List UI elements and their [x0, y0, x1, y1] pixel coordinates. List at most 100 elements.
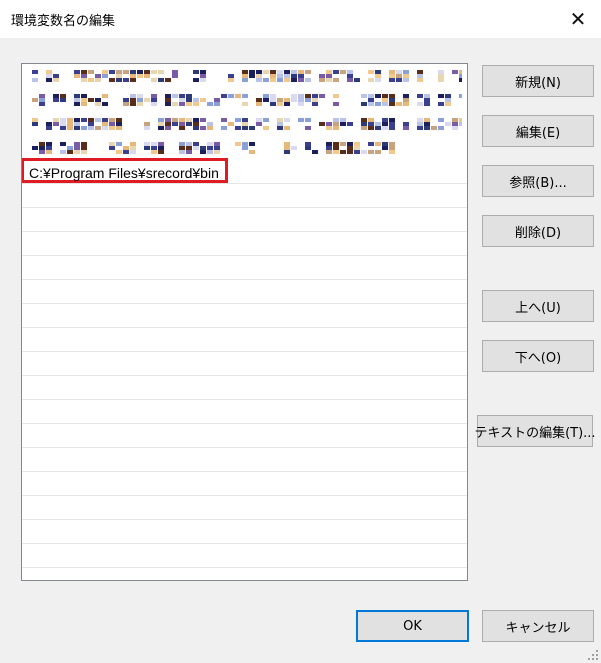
cancel-button[interactable]: キャンセル	[482, 610, 594, 642]
mosaic-block	[207, 142, 213, 146]
mosaic-block	[165, 118, 171, 122]
mosaic-block	[403, 98, 409, 102]
mosaic-block	[95, 78, 101, 82]
mosaic-block	[438, 94, 444, 98]
mosaic-block	[277, 122, 283, 126]
mosaic-block	[298, 98, 304, 102]
mosaic-block	[109, 118, 115, 122]
empty-list-row	[22, 400, 467, 424]
mosaic-block	[130, 146, 136, 150]
mosaic-block	[354, 146, 360, 150]
mosaic-block	[256, 98, 262, 102]
mosaic-block	[438, 102, 444, 106]
mosaic-block	[214, 146, 220, 150]
mosaic-block	[67, 122, 73, 126]
move-up-button[interactable]: 上へ(U)	[482, 290, 594, 322]
mosaic-block	[193, 142, 199, 146]
mosaic-block	[137, 70, 143, 74]
mosaic-block	[333, 78, 339, 82]
ok-button[interactable]: OK	[356, 610, 469, 642]
empty-list-row	[22, 424, 467, 448]
mosaic-block	[81, 146, 87, 150]
mosaic-block	[32, 78, 38, 82]
move-down-button[interactable]: 下へ(O)	[482, 340, 594, 372]
mosaic-block	[39, 94, 45, 98]
mosaic-block	[438, 118, 444, 122]
mosaic-block	[32, 146, 38, 150]
browse-button[interactable]: 参照(B)...	[482, 165, 594, 197]
mosaic-block	[291, 98, 297, 102]
list-item[interactable]	[22, 64, 467, 88]
mosaic-block	[46, 150, 52, 154]
mosaic-block	[207, 122, 213, 126]
mosaic-block	[452, 122, 458, 126]
mosaic-block	[46, 74, 52, 78]
mosaic-block	[368, 142, 374, 146]
mosaic-block	[102, 70, 108, 74]
mosaic-block	[102, 94, 108, 98]
mosaic-block	[165, 126, 171, 130]
mosaic-block	[102, 118, 108, 122]
close-button[interactable]: ✕	[563, 4, 593, 34]
mosaic-block	[67, 150, 73, 154]
mosaic-block	[221, 118, 227, 122]
mosaic-block	[102, 74, 108, 78]
mosaic-block	[60, 98, 66, 102]
resize-grip-icon[interactable]	[585, 647, 599, 661]
mosaic-block	[312, 94, 318, 98]
mosaic-block	[445, 122, 451, 126]
empty-list-row	[22, 520, 467, 544]
delete-button[interactable]: 削除(D)	[482, 215, 594, 247]
new-button[interactable]: 新規(N)	[482, 65, 594, 97]
mosaic-block	[396, 74, 402, 78]
mosaic-block	[382, 98, 388, 102]
mosaic-block	[39, 150, 45, 154]
mosaic-block	[81, 70, 87, 74]
mosaic-block	[438, 70, 444, 74]
list-item[interactable]	[22, 136, 467, 160]
mosaic-block	[88, 78, 94, 82]
mosaic-block	[284, 70, 290, 74]
mosaic-block	[389, 146, 395, 150]
mosaic-block	[179, 142, 185, 146]
list-item[interactable]	[22, 88, 467, 112]
mosaic-block	[249, 126, 255, 130]
mosaic-block	[46, 142, 52, 146]
mosaic-block	[81, 118, 87, 122]
mosaic-block	[151, 78, 157, 82]
list-item-selected[interactable]: C:¥Program Files¥srecord¥bin	[22, 158, 467, 184]
highlighted-path-entry[interactable]: C:¥Program Files¥srecord¥bin	[22, 158, 228, 183]
mosaic-block	[333, 70, 339, 74]
mosaic-block	[459, 70, 462, 74]
mosaic-block	[95, 98, 101, 102]
mosaic-block	[347, 78, 353, 82]
mosaic-block	[291, 70, 297, 74]
path-list[interactable]: C:¥Program Files¥srecord¥bin	[21, 63, 468, 581]
mosaic-block	[424, 98, 430, 102]
mosaic-block	[207, 126, 213, 130]
mosaic-block	[375, 74, 381, 78]
mosaic-block	[214, 142, 220, 146]
mosaic-block	[319, 78, 325, 82]
mosaic-block	[130, 70, 136, 74]
edit-text-button[interactable]: テキストの編集(T)...	[474, 415, 596, 447]
mosaic-block	[417, 118, 423, 122]
mosaic-block	[291, 74, 297, 78]
mosaic-block	[193, 70, 199, 74]
mosaic-block	[221, 126, 227, 130]
mosaic-block	[242, 102, 248, 106]
list-item[interactable]	[22, 112, 467, 136]
mosaic-block	[137, 94, 143, 98]
mosaic-block	[305, 78, 311, 82]
obscured-entry	[32, 142, 395, 154]
mosaic-block	[256, 122, 262, 126]
mosaic-block	[459, 118, 462, 122]
edit-button[interactable]: 編集(E)	[482, 115, 594, 147]
mosaic-block	[235, 142, 241, 146]
mosaic-block	[368, 122, 374, 126]
mosaic-block	[445, 98, 451, 102]
mosaic-block	[200, 98, 206, 102]
mosaic-block	[452, 118, 458, 122]
mosaic-block	[116, 122, 122, 126]
mosaic-block	[263, 98, 269, 102]
